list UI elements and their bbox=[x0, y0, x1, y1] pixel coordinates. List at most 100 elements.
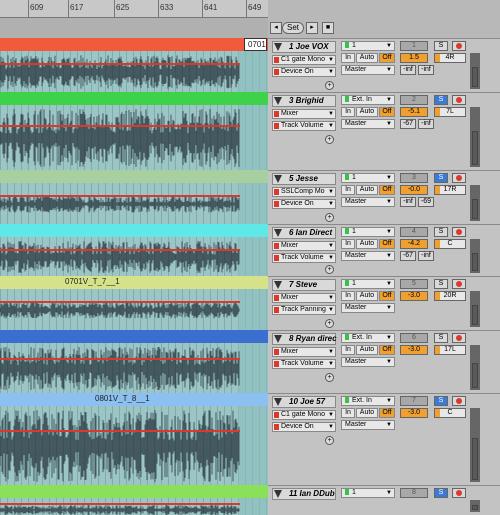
output-select[interactable]: Master ▼ bbox=[341, 119, 395, 129]
automation-device-select[interactable]: Mixer ▼ bbox=[272, 347, 336, 357]
output-select[interactable]: Master ▼ bbox=[341, 303, 395, 313]
automation-line[interactable] bbox=[0, 63, 240, 65]
fold-icon[interactable] bbox=[274, 43, 282, 51]
arm-record-button[interactable] bbox=[452, 396, 466, 406]
monitor-in-button[interactable]: In bbox=[341, 185, 355, 195]
automation-line[interactable] bbox=[0, 249, 240, 251]
solo-button[interactable]: S bbox=[434, 279, 448, 289]
set-button[interactable]: Set bbox=[282, 22, 304, 34]
automation-parameter-select[interactable]: Device On ▼ bbox=[272, 199, 336, 209]
output-select[interactable]: Master ▼ bbox=[341, 251, 395, 261]
add-lane-button[interactable]: + bbox=[325, 213, 334, 222]
arm-record-button[interactable] bbox=[452, 279, 466, 289]
automation-line[interactable] bbox=[0, 301, 240, 303]
track-activator[interactable]: 7 bbox=[400, 396, 428, 406]
automation-device-select[interactable]: SSLComp Mo ▼ bbox=[272, 187, 336, 197]
pan-field[interactable]: 17R bbox=[434, 185, 466, 195]
arrangement-lane[interactable] bbox=[0, 289, 268, 330]
track-title[interactable]: 1 Joe VOX bbox=[272, 41, 336, 53]
automation-line[interactable] bbox=[0, 195, 240, 197]
pan-field[interactable]: C bbox=[434, 239, 466, 249]
send-a-field[interactable]: -67 bbox=[400, 119, 416, 129]
track-activator[interactable]: 2 bbox=[400, 95, 428, 105]
arrangement-lane[interactable] bbox=[0, 498, 268, 515]
monitor-off-button[interactable]: Off bbox=[379, 53, 395, 63]
add-lane-button[interactable]: + bbox=[325, 319, 334, 328]
monitor-off-button[interactable]: Off bbox=[379, 107, 395, 117]
automation-device-select[interactable]: Mixer ▼ bbox=[272, 293, 336, 303]
clip-header[interactable]: 0701V_T_7__1 bbox=[0, 276, 268, 289]
pan-field[interactable]: 7L bbox=[434, 107, 466, 117]
track-panel[interactable]: 5 Jesse SSLComp Mo ▼ Device On ▼ +1 ▼ In A… bbox=[268, 170, 500, 224]
input-channel-select[interactable]: Ext. In ▼ bbox=[341, 396, 395, 406]
automation-device-select[interactable]: C1 gate Mono ▼ bbox=[272, 55, 336, 65]
monitor-auto-button[interactable]: Auto bbox=[356, 53, 378, 63]
track-activator[interactable]: 4 bbox=[400, 227, 428, 237]
automation-parameter-select[interactable]: Track Volume ▼ bbox=[272, 253, 336, 263]
send-a-field[interactable]: -inf bbox=[400, 65, 416, 75]
track-title[interactable]: 3 Brighid bbox=[272, 95, 336, 107]
track-panel[interactable]: 11 Ian DDub 1 ▼ 8 S bbox=[268, 485, 500, 515]
play-scene-button[interactable]: ◂ bbox=[270, 22, 282, 34]
automation-device-select[interactable]: C1 gate Mono ▼ bbox=[272, 410, 336, 420]
fold-icon[interactable] bbox=[274, 335, 282, 343]
solo-button[interactable]: S bbox=[434, 333, 448, 343]
input-channel-select[interactable]: 1 ▼ bbox=[341, 41, 395, 51]
arm-record-button[interactable] bbox=[452, 95, 466, 105]
track-activator[interactable]: 8 bbox=[400, 488, 428, 498]
automation-line[interactable] bbox=[0, 503, 240, 505]
input-channel-select[interactable]: 1 ▼ bbox=[341, 488, 395, 498]
clip-header[interactable] bbox=[0, 170, 268, 183]
automation-line[interactable] bbox=[0, 430, 240, 432]
send-b-field[interactable]: -69 bbox=[418, 197, 434, 207]
input-channel-select[interactable]: 1 ▼ bbox=[341, 279, 395, 289]
monitor-in-button[interactable]: In bbox=[341, 53, 355, 63]
automation-device-select[interactable]: Mixer ▼ bbox=[272, 109, 336, 119]
track-panel[interactable]: 1 Joe VOX C1 gate Mono ▼ Device On ▼ +1 ▼ … bbox=[268, 38, 500, 92]
volume-field[interactable]: -4.2 bbox=[400, 239, 428, 249]
arrow-right-icon[interactable]: ▸ bbox=[306, 22, 318, 34]
track-title[interactable]: 7 Steve bbox=[272, 279, 336, 291]
solo-button[interactable]: S bbox=[434, 41, 448, 51]
output-select[interactable]: Master ▼ bbox=[341, 357, 395, 367]
track-panel[interactable]: 8 Ryan direc Mixer ▼ Track Volume ▼ + Ext.… bbox=[268, 330, 500, 393]
monitor-auto-button[interactable]: Auto bbox=[356, 239, 378, 249]
arrangement-lane[interactable] bbox=[0, 343, 268, 393]
add-lane-button[interactable]: + bbox=[325, 265, 334, 274]
arrangement-lane[interactable] bbox=[0, 183, 268, 224]
solo-button[interactable]: S bbox=[434, 227, 448, 237]
add-lane-button[interactable]: + bbox=[325, 81, 334, 90]
arm-record-button[interactable] bbox=[452, 488, 466, 498]
input-channel-select[interactable]: 1 ▼ bbox=[341, 173, 395, 183]
monitor-off-button[interactable]: Off bbox=[379, 291, 395, 301]
arrangement-lane[interactable] bbox=[0, 237, 268, 276]
send-b-field[interactable]: -inf bbox=[418, 251, 434, 261]
monitor-auto-button[interactable]: Auto bbox=[356, 107, 378, 117]
monitor-auto-button[interactable]: Auto bbox=[356, 185, 378, 195]
automation-device-select[interactable]: Mixer ▼ bbox=[272, 241, 336, 251]
arm-record-button[interactable] bbox=[452, 333, 466, 343]
arrangement-lane[interactable] bbox=[0, 105, 268, 170]
input-channel-select[interactable]: 1 ▼ bbox=[341, 227, 395, 237]
monitor-in-button[interactable]: In bbox=[341, 345, 355, 355]
track-panel[interactable]: 6 Ian Direct Mixer ▼ Track Volume ▼ +1 ▼ I… bbox=[268, 224, 500, 276]
monitor-auto-button[interactable]: Auto bbox=[356, 408, 378, 418]
track-title[interactable]: 10 Joe 57 bbox=[272, 396, 336, 408]
pan-field[interactable]: C bbox=[434, 408, 466, 418]
volume-field[interactable]: -3.0 bbox=[400, 345, 428, 355]
monitor-in-button[interactable]: In bbox=[341, 107, 355, 117]
track-title[interactable]: 5 Jesse bbox=[272, 173, 336, 185]
track-panel[interactable]: 7 Steve Mixer ▼ Track Panning ▼ +1 ▼ In Au… bbox=[268, 276, 500, 330]
fold-icon[interactable] bbox=[274, 97, 282, 105]
fold-icon[interactable] bbox=[274, 229, 282, 237]
automation-parameter-select[interactable]: Track Panning ▼ bbox=[272, 305, 336, 315]
pan-field[interactable]: 17L bbox=[434, 345, 466, 355]
fold-icon[interactable] bbox=[274, 490, 282, 498]
track-title[interactable]: 8 Ryan direc bbox=[272, 333, 337, 345]
automation-parameter-select[interactable]: Track Volume ▼ bbox=[272, 121, 336, 131]
solo-button[interactable]: S bbox=[434, 488, 448, 498]
solo-button[interactable]: S bbox=[434, 95, 448, 105]
monitor-off-button[interactable]: Off bbox=[379, 239, 395, 249]
monitor-off-button[interactable]: Off bbox=[379, 408, 395, 418]
arm-record-button[interactable] bbox=[452, 41, 466, 51]
